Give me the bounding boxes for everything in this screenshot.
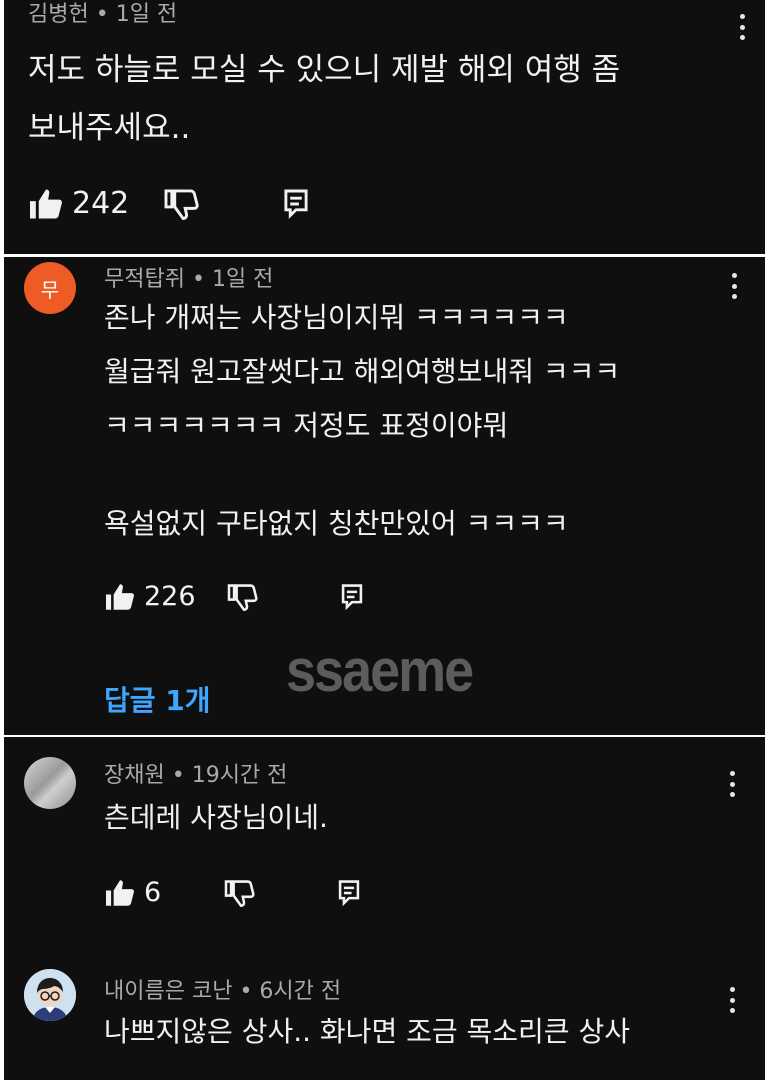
comment-2-avatar-letter: 무 xyxy=(40,277,60,302)
cartoon-boy-icon xyxy=(24,969,76,1021)
comment-2-line-5: 욕설없지 구타없지 칭찬만있어 ㅋㅋㅋㅋ xyxy=(104,507,569,540)
comment-1-reply-button[interactable] xyxy=(283,188,309,220)
comment-2-line-1: 존나 개쩌는 사장님이지뭐 ㅋㅋㅋㅋㅋㅋ xyxy=(104,301,569,334)
comments-lower: 장채원 • 19시간 전 츤데레 사장님이네. 6 내이름은 코난 • 6시간 … xyxy=(4,737,765,1080)
comment-1-menu-icon[interactable] xyxy=(730,10,754,44)
comment-4-menu-icon[interactable] xyxy=(720,983,744,1017)
comment-3-like-count: 6 xyxy=(144,877,162,908)
comment-2-author[interactable]: 무적탑쥐 xyxy=(104,267,185,292)
comment-2-actions: 226 xyxy=(104,581,364,612)
thumb-up-icon xyxy=(104,583,136,611)
comment-2-line-2: 월급줘 원고잘썻다고 해외여행보내줘 ㅋㅋㅋ xyxy=(104,355,621,388)
comment-3-author[interactable]: 장채원 xyxy=(104,763,165,788)
reply-icon xyxy=(337,879,361,907)
comment-1: 김병헌 • 1일 전 저도 하늘로 모실 수 있으니 제발 해외 여행 좀 보내… xyxy=(4,0,765,254)
reply-icon xyxy=(340,583,364,611)
watermark-text: ssaeme xyxy=(286,637,474,705)
thumb-down-icon xyxy=(226,583,260,611)
comment-2-meta: 무적탑쥐 • 1일 전 xyxy=(104,261,273,293)
comment-1-author[interactable]: 김병헌 xyxy=(28,2,89,27)
comment-4-time: • 6시간 전 xyxy=(239,979,342,1004)
comment-2-dislike-button[interactable] xyxy=(226,583,260,611)
comment-3-actions: 6 xyxy=(104,877,361,908)
comment-4-meta: 내이름은 코난 • 6시간 전 xyxy=(104,973,341,1005)
comment-3-reply-button[interactable] xyxy=(337,879,361,907)
thumb-down-icon xyxy=(163,188,201,220)
comment-4-line-1: 나쁘지않은 상사.. 화나면 조금 목소리큰 상사 xyxy=(104,1015,630,1048)
comment-2-reply-button[interactable] xyxy=(340,583,364,611)
comment-1-line-2: 보내주세요.. xyxy=(28,110,191,146)
comment-1-like-count: 242 xyxy=(72,186,130,221)
comment-1-actions: 242 xyxy=(28,186,309,221)
comment-1-line-1: 저도 하늘로 모실 수 있으니 제발 해외 여행 좀 xyxy=(28,52,621,88)
comment-4-avatar[interactable] xyxy=(24,969,76,1021)
comment-4-author[interactable]: 내이름은 코난 xyxy=(104,979,232,1004)
thumb-up-icon xyxy=(28,188,64,220)
comment-2-line-3: ㅋㅋㅋㅋㅋㅋㅋ 저정도 표정이야뭐 xyxy=(104,409,509,442)
thumb-up-icon xyxy=(104,879,136,907)
reply-icon xyxy=(283,188,309,220)
comment-1-like-button[interactable]: 242 xyxy=(28,186,129,221)
comment-3-meta: 장채원 • 19시간 전 xyxy=(104,757,287,789)
comment-1-time: • 1일 전 xyxy=(95,2,178,27)
comment-3-line-1: 츤데레 사장님이네. xyxy=(104,801,328,834)
comment-2-like-button[interactable]: 226 xyxy=(104,581,196,612)
comment-3-time: • 19시간 전 xyxy=(171,763,288,788)
thumb-down-icon xyxy=(223,879,257,907)
comment-3-avatar[interactable] xyxy=(24,757,76,809)
comment-1-meta: 김병헌 • 1일 전 xyxy=(28,0,177,28)
comment-2-menu-icon[interactable] xyxy=(722,269,746,303)
comment-2-replies-link[interactable]: 답글 1개 xyxy=(104,679,211,719)
comment-2-time: • 1일 전 xyxy=(191,267,274,292)
comment-3-menu-icon[interactable] xyxy=(720,767,744,801)
comment-3-dislike-button[interactable] xyxy=(223,879,257,907)
comment-2-like-count: 226 xyxy=(144,581,196,612)
comment-2-avatar[interactable]: 무 xyxy=(24,262,76,314)
comment-3-like-button[interactable]: 6 xyxy=(104,877,161,908)
comment-1-dislike-button[interactable] xyxy=(163,188,201,220)
